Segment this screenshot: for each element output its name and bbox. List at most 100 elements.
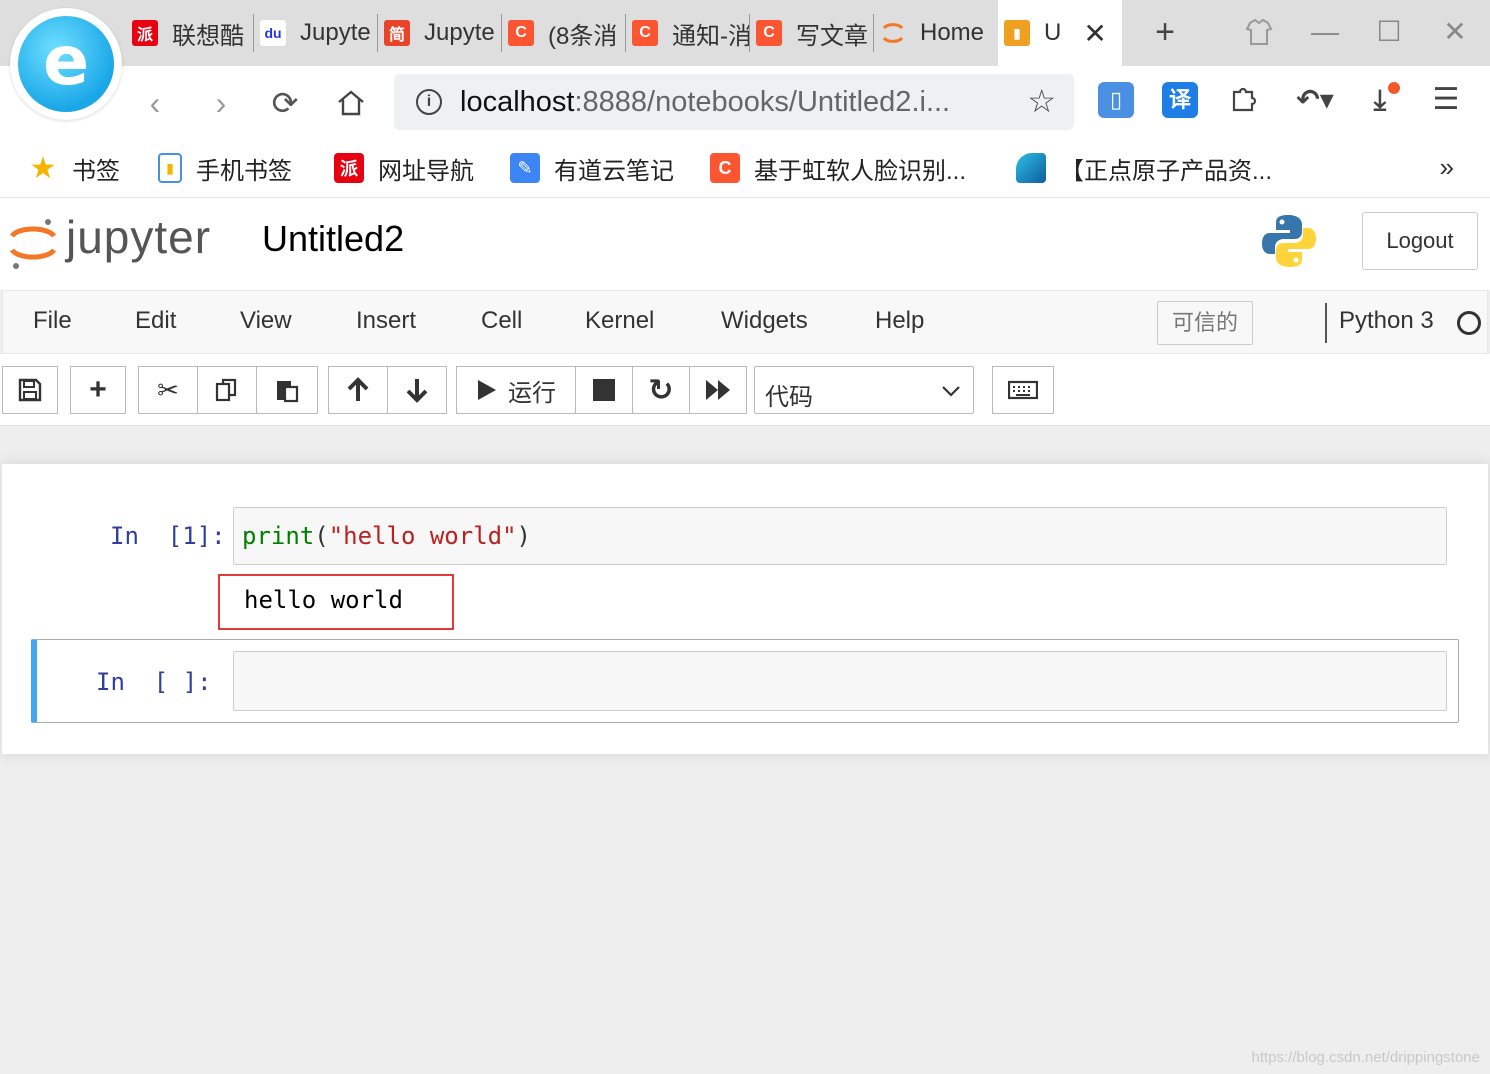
logout-button[interactable]: Logout [1362, 212, 1478, 270]
cell-type-value: 代码 [765, 384, 813, 411]
menu-cell[interactable]: Cell [481, 307, 522, 335]
bookmark-item[interactable]: C 基于虹软人脸识别... [710, 150, 966, 186]
tab-close-icon[interactable]: ✕ [1083, 17, 1106, 50]
close-window-icon[interactable]: ✕ [1430, 10, 1480, 54]
python-logo-icon [1262, 215, 1316, 267]
menu-hamburger-icon[interactable]: ☰ [1428, 82, 1464, 118]
site-info-icon[interactable]: i [416, 89, 442, 115]
cell-1-output-highlight: hello world [218, 574, 454, 630]
address-bar[interactable]: i localhost:8888/notebooks/Untitled2.i..… [394, 74, 1074, 130]
lenovo-favicon-icon: 派 [132, 20, 158, 46]
cell-1-output: hello world [244, 586, 403, 614]
bookmarks-bar: ★ 书签 ▮ 手机书签 派 网址导航 ✎ 有道云笔记 C 基于虹软人脸识别...… [0, 138, 1490, 198]
bookmark-item[interactable]: ✎ 有道云笔记 [510, 150, 674, 186]
command-palette-button[interactable] [992, 366, 1054, 414]
translate-extension-icon[interactable]: 译 [1162, 82, 1198, 118]
restart-icon: ↻ [648, 373, 674, 407]
address-url[interactable]: localhost:8888/notebooks/Untitled2.i... [460, 86, 950, 119]
csdn-favicon-icon: C [756, 20, 782, 46]
arrow-up-icon [347, 377, 369, 401]
tab-label: Jupyte [424, 19, 495, 46]
arrow-down-icon [406, 379, 428, 403]
move-down-button[interactable] [387, 366, 447, 414]
move-up-button[interactable] [328, 366, 388, 414]
play-icon [478, 380, 496, 400]
interrupt-button[interactable] [575, 366, 633, 414]
skin-icon[interactable] [1234, 10, 1284, 54]
reload-icon[interactable]: ⟳ [264, 82, 306, 124]
kernel-name: Python 3 [1339, 307, 1434, 334]
cell-type-select[interactable]: 代码 [754, 366, 974, 414]
star-icon: ★ [29, 151, 57, 185]
trusted-indicator[interactable]: 可信的 [1157, 301, 1253, 345]
new-tab-button[interactable]: + [1140, 10, 1190, 54]
tab-label: U [1044, 19, 1062, 46]
save-button[interactable] [2, 366, 58, 414]
mouse-extension-icon[interactable]: ▯ [1098, 82, 1134, 118]
bookmark-item[interactable]: 派 网址导航 [334, 150, 474, 186]
csdn-icon: C [710, 153, 740, 183]
menu-insert[interactable]: Insert [356, 307, 416, 335]
home-icon[interactable] [330, 82, 372, 124]
cell-1-code: print("hello world") [242, 522, 531, 550]
restart-kernel-button[interactable]: ↻ [632, 366, 690, 414]
jupyter-logo-icon[interactable] [8, 214, 58, 270]
jupyter-header: jupyter Untitled2 Logout [0, 198, 1490, 290]
menu-kernel[interactable]: Kernel [585, 307, 654, 335]
tab-label: 联想酷 [172, 22, 244, 50]
tab-label: Home [920, 19, 985, 46]
tab-jupyter-baidu[interactable]: du Jupyte [254, 0, 378, 66]
tab-csdn-notify[interactable]: C 通知-消 [626, 0, 750, 66]
undo-close-tab-icon[interactable]: ↶▾ [1290, 82, 1340, 118]
note-icon: ✎ [510, 153, 540, 183]
menu-widgets[interactable]: Widgets [721, 307, 808, 335]
menu-file[interactable]: File [33, 307, 72, 335]
notebook-toolbar: + ✂ 运行 ↻ 代码 [0, 354, 1490, 426]
watermark: https://blog.csdn.net/drippingstone [1251, 1049, 1481, 1066]
jupyter-wordmark[interactable]: jupyter [66, 210, 211, 264]
extensions-puzzle-icon[interactable] [1226, 82, 1262, 118]
cell-1-prompt: In [1]: [110, 522, 226, 550]
menu-view[interactable]: View [240, 307, 292, 335]
edge-icon [1016, 153, 1046, 183]
tab-csdn-messages[interactable]: C (8条消 [502, 0, 626, 66]
fast-forward-icon [706, 380, 730, 400]
menu-edit[interactable]: Edit [135, 307, 176, 335]
stop-icon [593, 379, 615, 401]
browser-logo-icon[interactable]: e [10, 8, 122, 120]
tab-lenovo[interactable]: 派 联想酷 [126, 0, 254, 66]
tab-csdn-write[interactable]: C 写文章 [750, 0, 874, 66]
maximize-icon[interactable]: ☐ [1364, 10, 1414, 54]
run-button[interactable]: 运行 [456, 366, 576, 414]
forward-icon[interactable]: › [200, 82, 242, 124]
paste-button[interactable] [256, 366, 318, 414]
back-icon[interactable]: ‹ [134, 82, 176, 124]
bookmark-item[interactable]: ▮ 手机书签 [158, 150, 292, 186]
baidu-paw-icon: du [260, 20, 286, 46]
tab-label: Jupyte [300, 19, 371, 46]
bookmarks-more-icon[interactable]: » [1440, 152, 1454, 183]
restart-run-all-button[interactable] [689, 366, 747, 414]
bookmark-item[interactable]: 【正点原子产品资... [1016, 150, 1272, 186]
tab-jupyter-jianshu[interactable]: 简 Jupyte [378, 0, 502, 66]
bookmark-item[interactable]: ★ 书签 [28, 150, 120, 186]
insert-cell-button[interactable]: + [70, 366, 126, 414]
csdn-favicon-icon: C [508, 20, 534, 46]
tab-label: 通知-消 [672, 22, 750, 50]
cell-1-input[interactable]: print("hello world") [233, 507, 1447, 565]
phone-icon: ▮ [158, 153, 182, 183]
tab-jupyter-home[interactable]: Home [874, 0, 998, 66]
jianshu-favicon-icon: 简 [384, 20, 410, 46]
bookmark-star-icon[interactable]: ☆ [1027, 82, 1056, 120]
jupyter-favicon-icon [880, 20, 906, 46]
csdn-favicon-icon: C [632, 20, 658, 46]
cut-button[interactable]: ✂ [138, 366, 198, 414]
tab-label: (8条消 [548, 22, 618, 50]
menu-help[interactable]: Help [875, 307, 924, 335]
cell-2-input[interactable] [233, 651, 1447, 711]
download-icon[interactable]: ⤓ [1362, 82, 1400, 118]
minimize-icon[interactable]: — [1300, 10, 1350, 54]
tab-untitled2-active[interactable]: ▮ U ✕ [998, 0, 1122, 66]
notebook-title[interactable]: Untitled2 [262, 218, 404, 260]
copy-button[interactable] [197, 366, 257, 414]
